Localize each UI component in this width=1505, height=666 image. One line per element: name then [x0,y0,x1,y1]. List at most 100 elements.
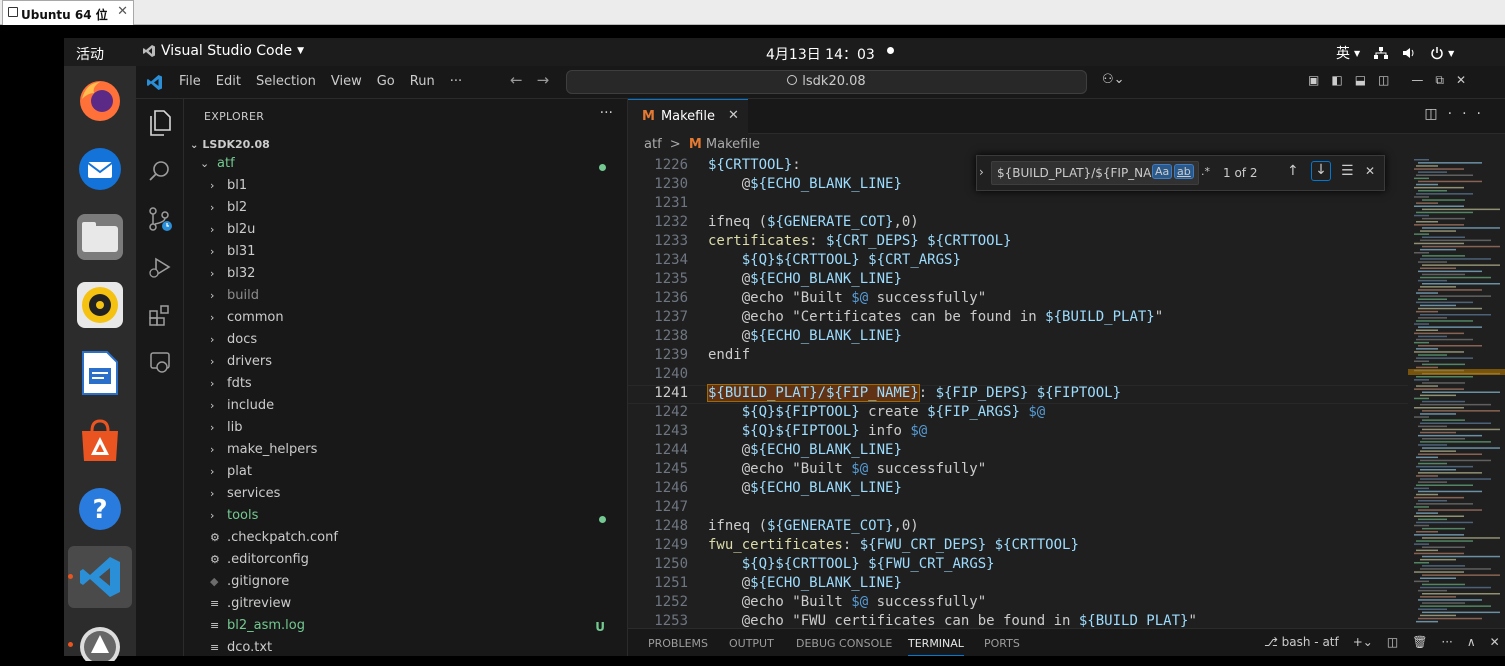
customize-layout-icon[interactable]: ▣ [1308,73,1319,88]
explorer-icon[interactable] [146,109,174,137]
tree-item[interactable]: ⚙ .editorconfig [210,552,620,574]
tree-item[interactable]: › lib [210,420,620,442]
tree-item[interactable]: › include [210,398,620,420]
system-tray[interactable]: 英 ▼ ▼ [1336,43,1454,63]
close-panel-icon[interactable]: ✕ [1490,635,1500,649]
menu-file[interactable]: File [179,74,201,89]
regex-toggle[interactable]: .* [1199,165,1212,178]
libreoffice-writer-icon[interactable] [77,350,123,396]
toggle-replace-icon[interactable]: › [979,165,984,179]
toggle-panel-icon[interactable]: ⬓ [1355,73,1366,88]
clock[interactable]: 4月13日 14：03 [766,44,875,64]
kill-terminal-icon[interactable]: 🗑 [1412,635,1427,649]
app-menu[interactable]: Visual Studio Code ▼ [142,43,304,59]
run-debug-icon[interactable] [146,253,174,281]
copilot-icon[interactable]: ⚇⌄ [1102,72,1125,87]
match-case-toggle[interactable]: Aa [1151,164,1173,179]
code-editor[interactable]: 1226 ${CRTTOOL}: 1230 @${ECHO_BLANK_LINE} 1… [628,157,1408,628]
maximize-panel-icon[interactable]: ∧ [1467,635,1476,649]
tree-item[interactable]: › make_helpers [210,442,620,464]
workspace-root[interactable]: ⌄ LSDK20.08 [190,138,270,151]
tab-debug-console[interactable]: DEBUG CONSOLE [796,637,892,650]
tab-terminal[interactable]: TERMINAL [908,637,964,656]
previous-match-icon[interactable]: ↑ [1287,163,1299,179]
tree-item[interactable]: › drivers [210,354,620,376]
vscode-dock-icon[interactable] [68,546,132,608]
firefox-icon[interactable] [77,78,123,124]
tab-makefile[interactable]: M Makefile ✕ [628,99,748,134]
tree-item[interactable]: › services [210,486,620,508]
code-line: @${ECHO_BLANK_LINE} [708,480,902,496]
tree-item[interactable]: ≡ .gitreview [210,596,620,618]
code-token: ${BUILD_PLAT} [1045,309,1155,325]
remote-explorer-icon[interactable] [146,349,174,377]
menu-run[interactable]: Run [410,74,435,89]
split-terminal-icon[interactable]: ◫ [1387,635,1398,649]
app-center-icon[interactable] [77,418,123,464]
extensions-icon[interactable] [146,301,174,329]
tree-item[interactable]: › tools [210,508,620,530]
minimap-line [1414,159,1429,161]
software-updater-icon[interactable] [77,620,123,666]
match-whole-word-toggle[interactable]: ab [1174,164,1194,179]
tree-item[interactable]: ≡ dco.txt [210,640,620,662]
menu-go[interactable]: Go [377,74,395,89]
minimize-icon[interactable]: — [1411,73,1423,88]
command-center[interactable]: lsdk20.08 [566,70,1087,94]
tree-item[interactable]: › fdts [210,376,620,398]
help-icon[interactable]: ? [77,486,123,532]
minimap-line [1416,503,1473,505]
tree-item[interactable]: › plat [210,464,620,486]
more-actions-icon[interactable]: ··· [1448,106,1491,122]
tree-item[interactable]: ≡ bl2_asm.log U [210,618,620,640]
tree-item[interactable]: ⚙ .checkpatch.conf [210,530,620,552]
split-editor-icon[interactable]: ◫ [1424,106,1447,122]
minimap-line [1418,289,1482,291]
tree-item[interactable]: › bl1 [210,178,620,200]
ime-indicator[interactable]: 英 [1336,43,1350,63]
menu-view[interactable]: View [331,74,362,89]
rhythmbox-icon[interactable] [77,282,123,328]
minimap[interactable] [1408,157,1505,628]
back-arrow-icon[interactable]: ← [510,71,537,89]
tree-item[interactable]: › common [210,310,620,332]
menu-more[interactable]: ··· [450,74,462,89]
source-control-icon[interactable] [146,205,174,233]
breadcrumb-file[interactable]: Makefile [706,137,760,152]
code-token: ${GENERATE_COT} [767,518,894,534]
tab-ports[interactable]: PORTS [984,637,1020,650]
tree-item[interactable]: › docs [210,332,620,354]
more-icon[interactable]: ··· [1441,635,1452,649]
next-match-icon[interactable]: ↓ [1311,161,1331,181]
toggle-sidebar-icon[interactable]: ◧ [1331,73,1342,88]
thunderbird-icon[interactable] [77,146,123,192]
find-in-selection-icon[interactable]: ☰ [1341,163,1354,179]
tree-item[interactable]: ⌄ atf [200,156,620,178]
tree-item[interactable]: › bl31 [210,244,620,266]
new-terminal-icon[interactable]: +⌄ [1353,635,1373,649]
search-icon[interactable] [146,157,174,185]
close-find-icon[interactable]: ✕ [1365,164,1375,178]
minimap-line [1414,580,1429,583]
menu-edit[interactable]: Edit [216,74,241,89]
toggle-secondary-sidebar-icon[interactable]: ◫ [1378,73,1389,88]
menu-selection[interactable]: Selection [256,74,316,89]
tab-problems[interactable]: PROBLEMS [648,637,708,650]
vm-tab[interactable]: Ubuntu 64 位 ✕ [2,0,134,25]
forward-arrow-icon[interactable]: → [537,71,564,89]
tree-item[interactable]: ◆ .gitignore [210,574,620,596]
restore-icon[interactable]: ⧉ [1435,73,1444,88]
tab-close-icon[interactable]: ✕ [728,108,739,123]
terminal-name[interactable]: bash - atf [1282,635,1339,649]
tree-item[interactable]: › build [210,288,620,310]
tab-output[interactable]: OUTPUT [729,637,774,650]
tree-item[interactable]: › bl2 [210,200,620,222]
explorer-more-icon[interactable]: ··· [600,105,613,121]
activities-button[interactable]: 活动 [76,44,104,64]
files-icon[interactable] [77,214,123,260]
tree-item[interactable]: › bl2u [210,222,620,244]
close-icon[interactable]: ✕ [1456,73,1466,88]
breadcrumb-folder[interactable]: atf [644,137,662,152]
tree-item[interactable]: › bl32 [210,266,620,288]
vm-tab-close-icon[interactable]: ✕ [117,4,128,19]
